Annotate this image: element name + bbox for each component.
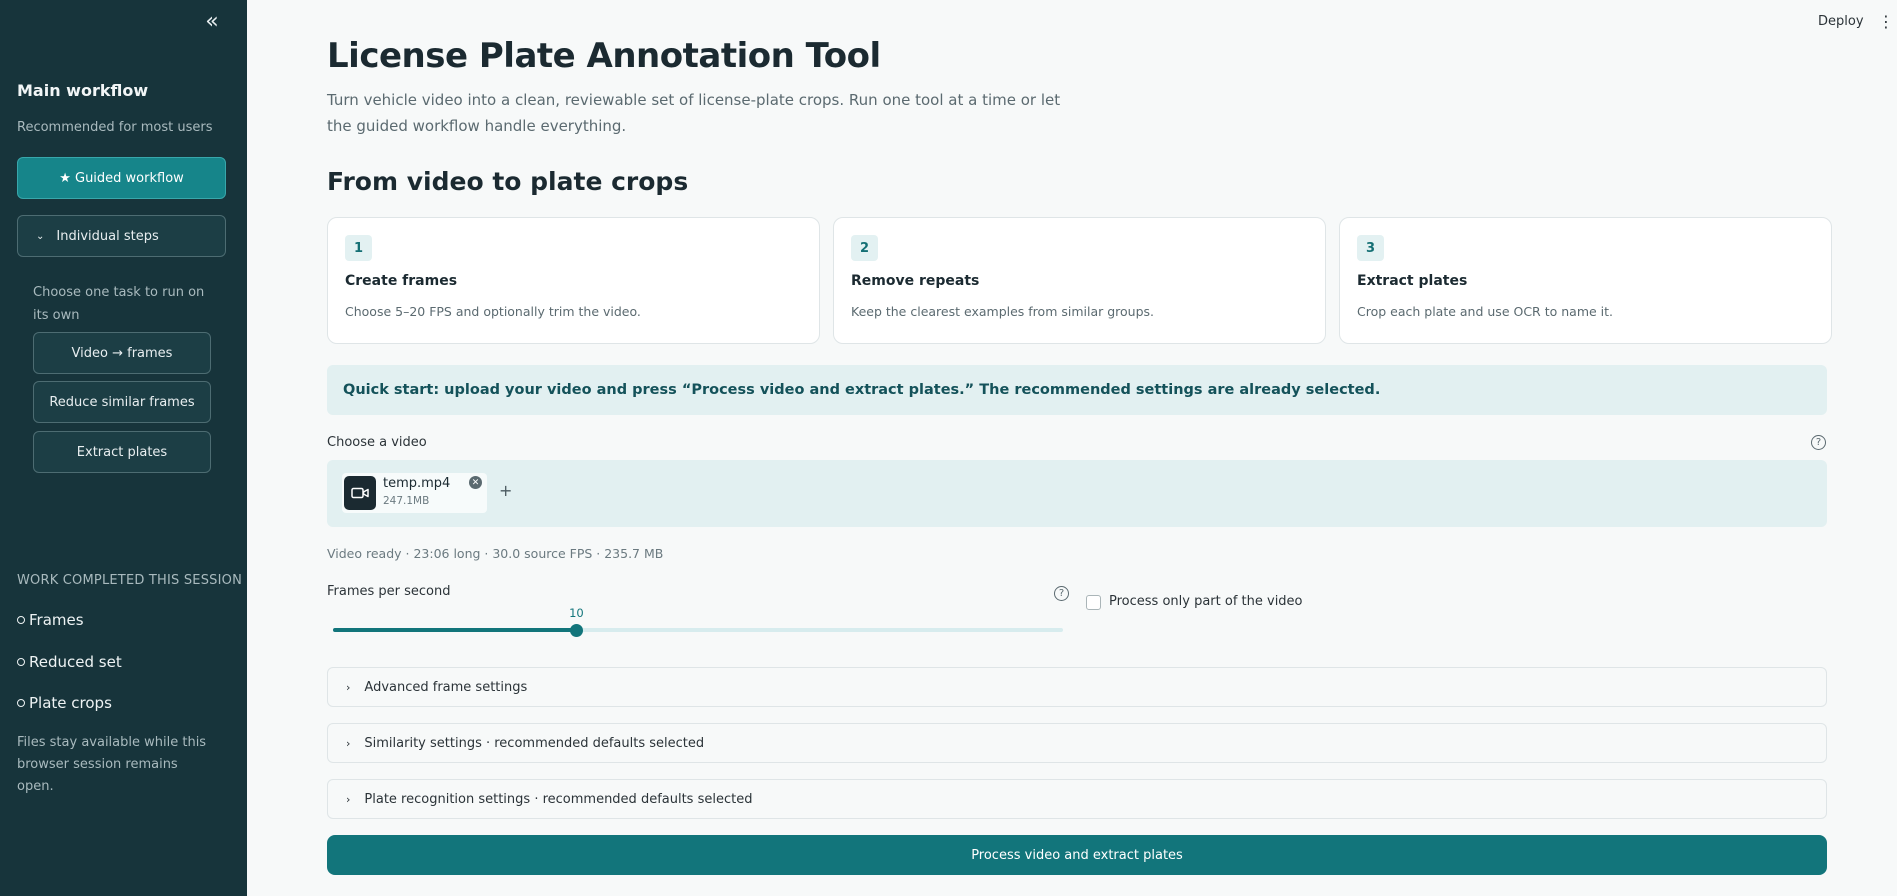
step-card-create-frames: 1 Create frames Choose 5–20 FPS and opti… (327, 217, 820, 344)
sidebar-footer-note: Files stay available while this browser … (17, 735, 207, 794)
add-file-button[interactable]: + (499, 481, 512, 500)
step-card-extract-plates: 3 Extract plates Crop each plate and use… (1339, 217, 1832, 344)
uploaded-file-name: temp.mp4 (383, 476, 451, 491)
extract-plates-button[interactable]: Extract plates (33, 431, 211, 473)
kebab-menu-icon[interactable]: ⋮ (1878, 14, 1894, 30)
uploaded-file-chip: temp.mp4 247.1MB ✕ (342, 473, 487, 513)
session-item-label: Frames (29, 611, 84, 629)
session-heading: WORK COMPLETED THIS SESSION (17, 573, 242, 588)
uploaded-file-size: 247.1MB (383, 495, 430, 507)
section-title: From video to plate crops (327, 167, 689, 196)
similarity-settings-expander[interactable]: › Similarity settings · recommended defa… (327, 723, 1827, 763)
step-number-badge: 1 (345, 235, 372, 261)
expander-label: Advanced frame settings (364, 679, 528, 695)
session-item-label: Reduced set (29, 653, 122, 671)
process-video-button[interactable]: Process video and extract plates (327, 835, 1827, 875)
video-upload-dropzone[interactable]: temp.mp4 247.1MB ✕ + (327, 460, 1827, 527)
help-icon[interactable]: ? (1811, 435, 1826, 450)
step-card-description: Keep the clearest examples from similar … (851, 304, 1155, 319)
expander-label: Similarity settings · recommended defaul… (364, 735, 705, 751)
sidebar-title: Main workflow (17, 81, 149, 100)
double-chevron-left-icon[interactable]: « (200, 11, 224, 36)
chevron-right-icon: › (346, 792, 351, 806)
fps-slider-fill (333, 628, 577, 632)
page-title: License Plate Annotation Tool (327, 36, 881, 76)
step-number-badge: 3 (1357, 235, 1384, 261)
step-card-description: Choose 5–20 FPS and optionally trim the … (345, 304, 641, 319)
quick-start-banner: Quick start: upload your video and press… (327, 365, 1827, 415)
session-item-reduced-set: Reduced set (17, 653, 122, 671)
chevron-down-icon: ⌄ (36, 230, 45, 242)
advanced-frame-settings-expander[interactable]: › Advanced frame settings (327, 667, 1827, 707)
session-item-label: Plate crops (29, 694, 112, 712)
process-part-checkbox[interactable] (1086, 595, 1101, 610)
video-upload-label: Choose a video (327, 435, 427, 450)
process-part-label: Process only part of the video (1109, 594, 1303, 609)
sidebar-subtitle: Recommended for most users (17, 120, 213, 135)
sidebar: « Main workflow Recommended for most use… (0, 0, 247, 896)
guided-workflow-button[interactable]: ★ Guided workflow (17, 157, 226, 199)
video-camera-icon (344, 476, 376, 510)
chevron-right-icon: › (346, 680, 351, 694)
individual-steps-note: Choose one task to run on its own (33, 285, 205, 323)
step-number-badge: 2 (851, 235, 878, 261)
reduce-similar-frames-button[interactable]: Reduce similar frames (33, 381, 211, 423)
page-intro: Turn vehicle video into a clean, reviewa… (327, 91, 1061, 135)
step-card-title: Remove repeats (851, 273, 980, 289)
deploy-button[interactable]: Deploy (1818, 14, 1864, 29)
session-item-frames: Frames (17, 611, 84, 629)
video-status-text: Video ready · 23:06 long · 30.0 source F… (327, 546, 664, 561)
fps-slider-value: 10 (569, 606, 584, 620)
step-card-description: Crop each plate and use OCR to name it. (1357, 304, 1614, 319)
circle-icon (17, 699, 25, 707)
fps-label: Frames per second (327, 584, 451, 599)
circle-icon (17, 616, 25, 624)
plate-recognition-settings-expander[interactable]: › Plate recognition settings · recommend… (327, 779, 1827, 819)
video-to-frames-button[interactable]: Video → frames (33, 332, 211, 374)
help-icon[interactable]: ? (1054, 586, 1069, 601)
expander-label: Plate recognition settings · recommended… (364, 791, 753, 807)
chevron-right-icon: › (346, 736, 351, 750)
remove-file-icon[interactable]: ✕ (469, 476, 482, 489)
individual-steps-label: Individual steps (56, 228, 159, 244)
step-card-title: Create frames (345, 273, 458, 289)
circle-icon (17, 658, 25, 666)
fps-slider-thumb[interactable] (570, 624, 584, 637)
step-card-title: Extract plates (1357, 273, 1468, 289)
fps-slider-track[interactable] (333, 628, 1063, 632)
step-card-remove-repeats: 2 Remove repeats Keep the clearest examp… (833, 217, 1326, 344)
session-item-plate-crops: Plate crops (17, 694, 112, 712)
individual-steps-toggle[interactable]: ⌄ Individual steps (17, 215, 226, 257)
